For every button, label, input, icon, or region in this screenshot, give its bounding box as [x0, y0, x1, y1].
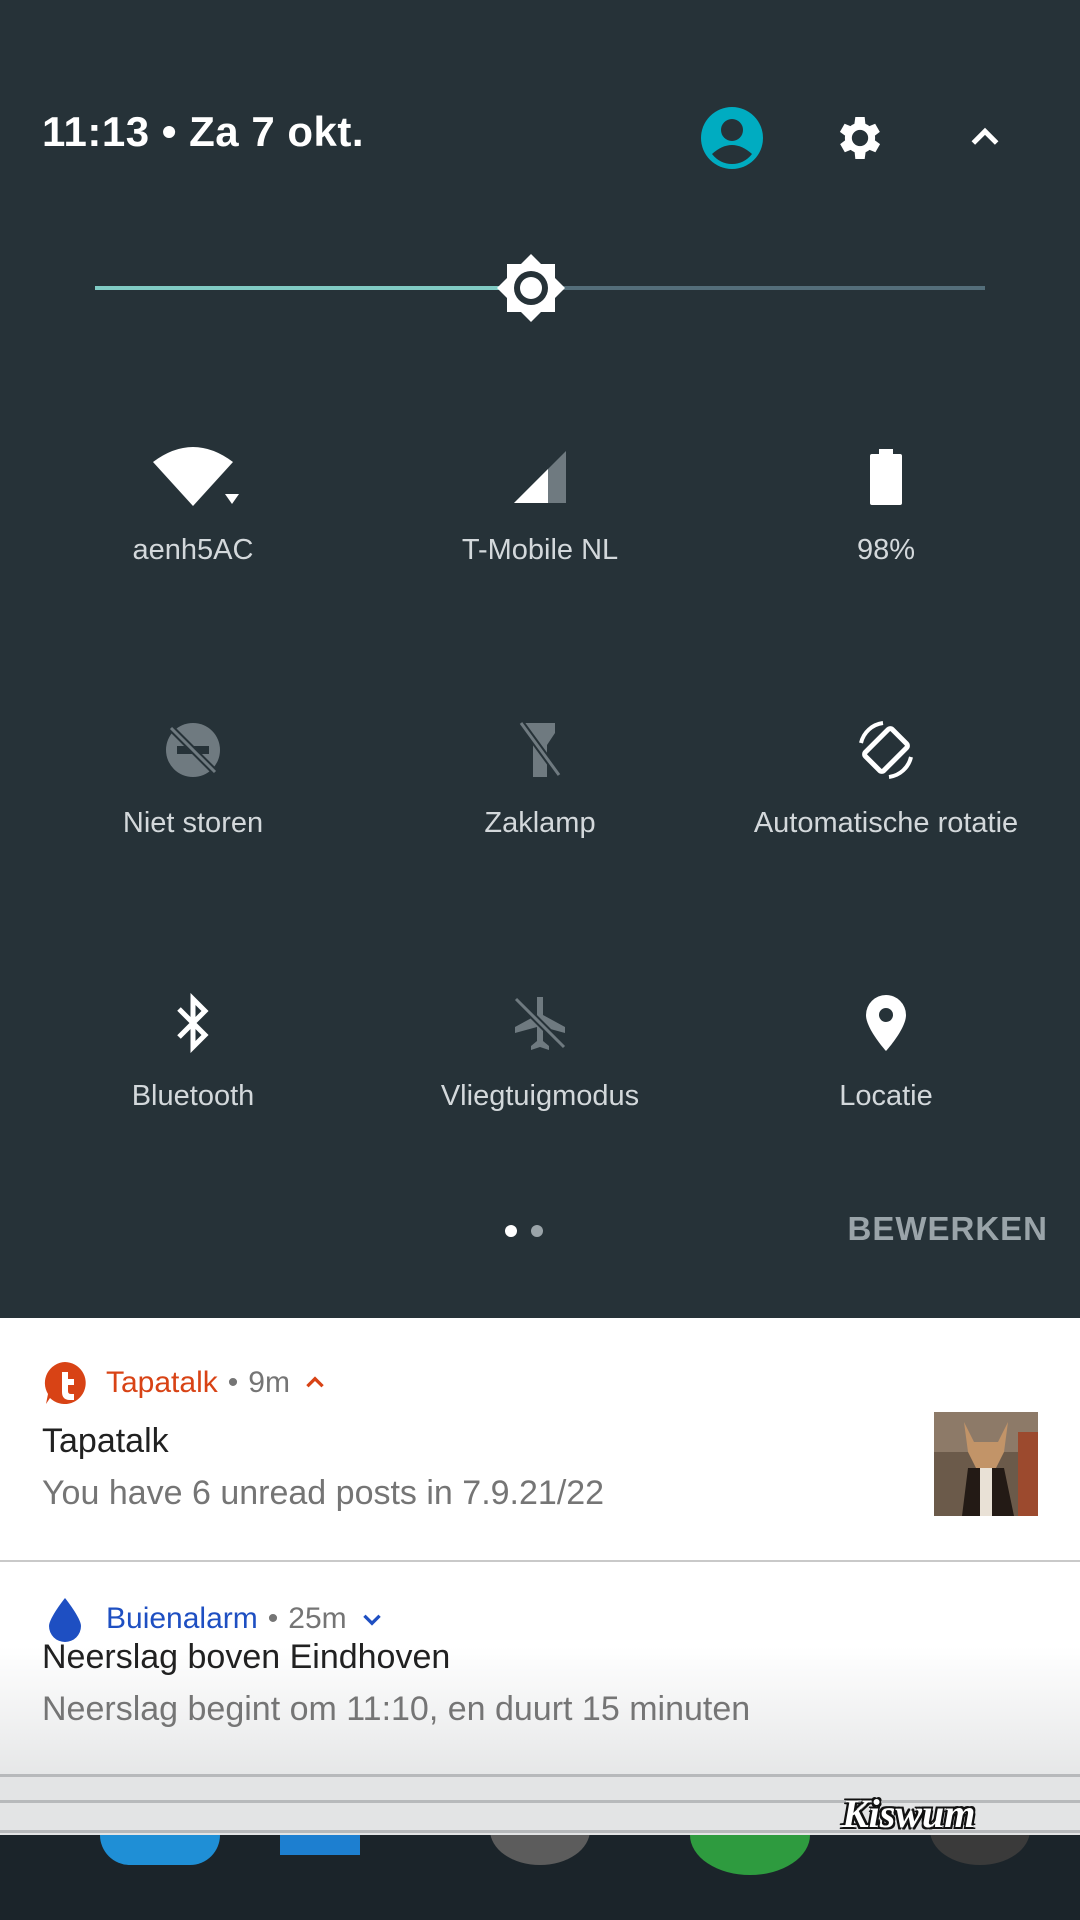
notification-app-name: Tapatalk [106, 1366, 218, 1399]
stack-edge [0, 1774, 1080, 1777]
notification-time: 9m [248, 1366, 290, 1399]
notification-text: You have 6 unread posts in 7.9.21/22 [42, 1474, 605, 1512]
tile-label: Locatie [839, 1080, 933, 1112]
collapse-chevron-up-icon[interactable] [953, 106, 1017, 170]
separator-dot: • [227, 1366, 239, 1399]
separator-dot: • [267, 1602, 279, 1635]
brightness-fill [95, 286, 532, 290]
app-icon-partial [690, 1835, 810, 1875]
notification-app-name: Buienalarm [106, 1602, 258, 1635]
tile-label: Bluetooth [131, 1080, 255, 1112]
settings-gear-icon[interactable] [828, 106, 892, 170]
cellular-signal-icon [390, 432, 690, 522]
tile-bluetooth[interactable]: Bluetooth [43, 978, 343, 1148]
home-wallpaper-glimpse [0, 1835, 1080, 1920]
do-not-disturb-off-icon [43, 705, 343, 795]
tile-flashlight[interactable]: Zaklamp [390, 705, 690, 875]
tile-cellular[interactable]: T-Mobile NL [390, 432, 690, 602]
user-account-icon[interactable] [700, 106, 764, 170]
notification-header: Buienalarm • 25m [42, 1596, 385, 1642]
wifi-icon [43, 432, 343, 522]
tile-location[interactable]: Locatie [736, 978, 1036, 1148]
bluetooth-icon [43, 978, 343, 1068]
notification-thumbnail-image [934, 1412, 1038, 1516]
page-dot [531, 1225, 543, 1237]
brightness-slider[interactable] [95, 254, 985, 322]
tile-label: Zaklamp [484, 807, 596, 839]
quick-settings-panel: 11:13 • Za 7 okt. aenh5AC T-Mobile NL 98… [0, 0, 1080, 1318]
tile-label: Vliegtuigmodus [440, 1080, 640, 1112]
chevron-down-icon[interactable] [359, 1606, 385, 1632]
flashlight-off-icon [390, 705, 690, 795]
tapatalk-app-icon [42, 1360, 88, 1406]
notification-time: 25m [288, 1602, 347, 1635]
notification-title: Tapatalk [42, 1422, 169, 1460]
app-icon-partial [100, 1835, 220, 1865]
notification-text: Neerslag begint om 11:10, en duurt 15 mi… [42, 1690, 751, 1728]
app-icon-partial [490, 1835, 590, 1865]
edit-button[interactable]: BEWERKEN [847, 1210, 1048, 1248]
app-icon-partial [930, 1835, 1030, 1865]
tile-label: T-Mobile NL [461, 534, 619, 566]
tile-label: 98% [856, 534, 916, 566]
brightness-sun-icon[interactable] [495, 252, 567, 324]
notification-tapatalk[interactable]: Tapatalk • 9m Tapatalk You have 6 unread… [0, 1318, 1080, 1562]
battery-icon [736, 432, 1036, 522]
page-indicator [505, 1225, 543, 1237]
notification-header: Tapatalk • 9m [42, 1360, 328, 1406]
notification-title: Neerslag boven Eindhoven [42, 1638, 451, 1676]
auto-rotate-icon [736, 705, 1036, 795]
tile-battery[interactable]: 98% [736, 432, 1036, 602]
raindrop-app-icon [42, 1596, 88, 1642]
page-dot-active [505, 1225, 517, 1237]
watermark-text: Kiswum [842, 1791, 976, 1836]
tile-auto-rotate[interactable]: Automatische rotatie [736, 705, 1036, 875]
tile-label: Niet storen [122, 807, 264, 839]
tile-wifi[interactable]: aenh5AC [43, 432, 343, 602]
tile-label: aenh5AC [132, 534, 254, 566]
tile-label: Automatische rotatie [753, 807, 1019, 839]
app-icon-partial [280, 1835, 360, 1855]
notification-buienalarm[interactable]: Buienalarm • 25m Neerslag boven Eindhove… [0, 1562, 1080, 1774]
time-date-label: 11:13 • Za 7 okt. [42, 108, 365, 155]
tile-airplane-mode[interactable]: Vliegtuigmodus [390, 978, 690, 1148]
location-pin-icon [736, 978, 1036, 1068]
airplane-off-icon [390, 978, 690, 1068]
tile-do-not-disturb[interactable]: Niet storen [43, 705, 343, 875]
chevron-up-icon[interactable] [302, 1370, 328, 1396]
